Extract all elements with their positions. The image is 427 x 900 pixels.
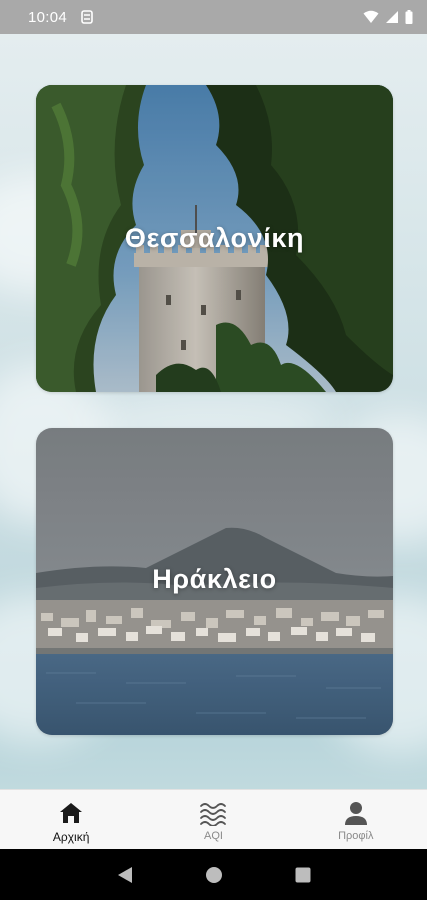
status-icons	[363, 10, 413, 24]
person-icon	[344, 802, 367, 825]
home-button[interactable]	[199, 860, 229, 890]
nav-label-home: Αρχική	[52, 830, 90, 844]
battery-icon	[405, 10, 413, 24]
nav-item-aqi[interactable]: AQI	[142, 790, 284, 849]
app-notification-icon	[81, 10, 93, 24]
nav-item-profile[interactable]: Προφίλ	[285, 790, 427, 849]
home-circle-icon	[205, 866, 222, 883]
city-title: Θεσσαλονίκη	[124, 223, 305, 253]
waves-icon	[200, 803, 227, 826]
nav-item-home[interactable]: Αρχική	[0, 790, 142, 849]
wifi-icon	[363, 10, 379, 23]
recents-button[interactable]	[288, 860, 318, 890]
signal-icon	[386, 11, 398, 23]
status-bar: 10:04	[0, 0, 427, 34]
city-card-heraklion[interactable]: Ηράκλειο	[36, 428, 393, 735]
nav-label-profile: Προφίλ	[338, 830, 374, 842]
status-time: 10:04	[28, 8, 68, 26]
back-triangle-icon	[117, 866, 132, 883]
app-screen: 10:04 Θεσσαλονίκη Ηράκλειο Αρχική AQI Πρ…	[0, 0, 427, 900]
recents-square-icon	[295, 867, 310, 882]
back-button[interactable]	[110, 860, 140, 890]
city-card-thessaloniki[interactable]: Θεσσαλονίκη	[36, 85, 393, 392]
system-navigation-bar	[0, 849, 427, 900]
bottom-navigation: Αρχική AQI Προφίλ	[0, 789, 427, 849]
home-icon	[60, 803, 83, 823]
nav-label-aqi: AQI	[204, 830, 223, 842]
city-title: Ηράκλειο	[152, 564, 277, 594]
